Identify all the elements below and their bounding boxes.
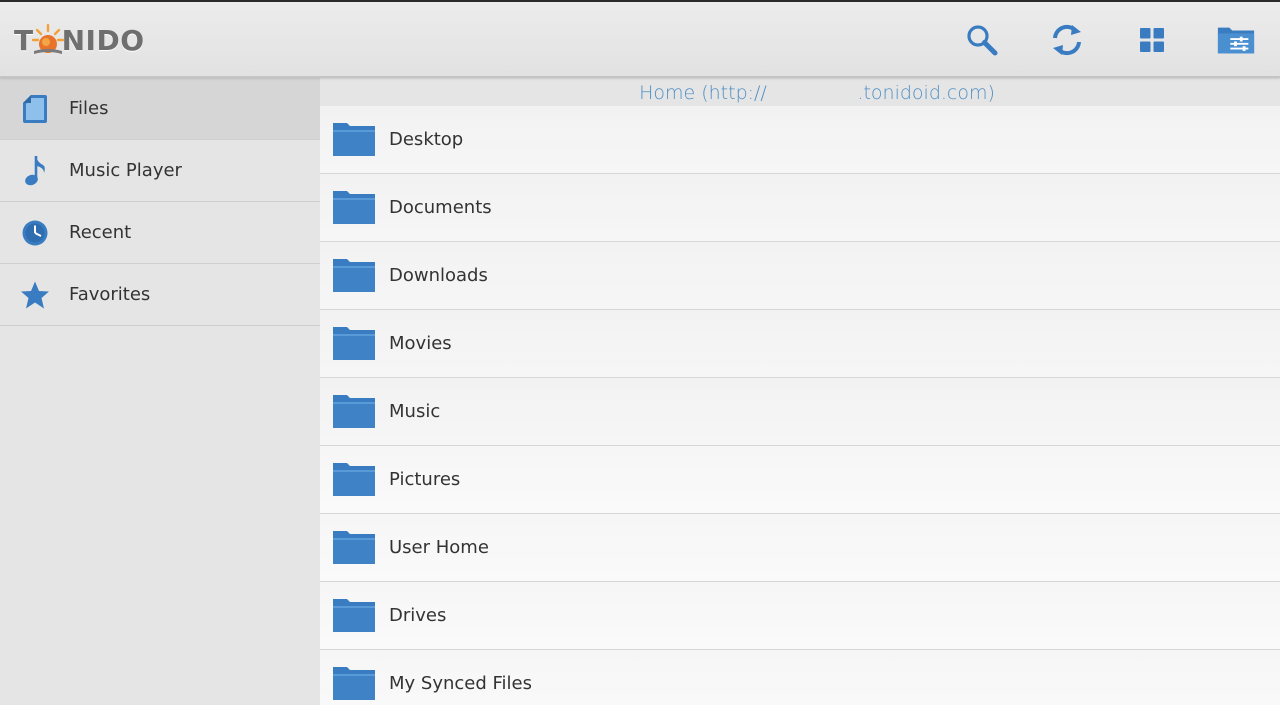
file-name: Downloads — [389, 265, 488, 286]
file-name: Drives — [389, 605, 447, 626]
list-item[interactable]: Pictures — [320, 446, 1280, 514]
window-edge — [0, 0, 1280, 2]
folder-icon — [333, 327, 375, 360]
file-name: User Home — [389, 537, 489, 558]
files-icon — [20, 94, 50, 124]
sidebar-item-label: Files — [69, 98, 109, 119]
folder-icon — [333, 191, 375, 224]
list-item[interactable]: My Synced Files — [320, 650, 1280, 705]
list-item[interactable]: User Home — [320, 514, 1280, 582]
sidebar-item-label: Music Player — [69, 160, 182, 181]
sidebar-item-label: Favorites — [69, 284, 151, 305]
refresh-button[interactable] — [1047, 20, 1087, 60]
sidebar: Files Music Player Recent Favorites — [0, 78, 320, 705]
folder-icon — [333, 531, 375, 564]
folder-settings-icon — [1217, 27, 1255, 54]
folder-icon — [333, 667, 375, 700]
logo-wordmark: T NIDO — [14, 23, 145, 57]
file-list: Desktop Documents Downloads Movies Music… — [320, 106, 1280, 705]
list-item[interactable]: Downloads — [320, 242, 1280, 310]
folder-icon — [333, 395, 375, 428]
folder-icon — [333, 463, 375, 496]
clock-icon — [20, 218, 50, 248]
file-name: Pictures — [389, 469, 461, 490]
tonido-logo: T NIDO — [14, 20, 145, 60]
file-name: Documents — [389, 197, 492, 218]
list-item[interactable]: Music — [320, 378, 1280, 446]
breadcrumb: Home (http:// .tonidoid.com) — [320, 78, 1280, 106]
folder-icon — [333, 259, 375, 292]
music-note-icon — [20, 155, 50, 186]
list-item[interactable]: Movies — [320, 310, 1280, 378]
sidebar-item-files[interactable]: Files — [0, 78, 320, 140]
sidebar-item-favorites[interactable]: Favorites — [0, 264, 320, 326]
logo-sun-icon — [31, 23, 64, 54]
folder-settings-button[interactable] — [1216, 20, 1256, 60]
grid-view-button[interactable] — [1132, 20, 1172, 60]
logo-letters-nido: NIDO — [61, 23, 145, 57]
search-button[interactable] — [962, 20, 1002, 60]
list-item[interactable]: Desktop — [320, 106, 1280, 174]
folder-icon — [333, 123, 375, 156]
app-toolbar: T NIDO — [0, 0, 1280, 78]
file-name: Desktop — [389, 129, 464, 150]
refresh-icon — [1053, 24, 1081, 56]
sidebar-item-label: Recent — [69, 222, 132, 243]
search-icon — [967, 25, 998, 56]
sidebar-item-music-player[interactable]: Music Player — [0, 140, 320, 202]
star-icon — [20, 280, 50, 310]
list-item[interactable]: Drives — [320, 582, 1280, 650]
file-name: My Synced Files — [389, 673, 533, 694]
sidebar-item-recent[interactable]: Recent — [0, 202, 320, 264]
file-name: Movies — [389, 333, 452, 354]
grid-view-icon — [1140, 28, 1164, 52]
file-name: Music — [389, 401, 441, 422]
current-path: Home (http:// .tonidoid.com) — [639, 82, 995, 104]
folder-icon — [333, 599, 375, 632]
list-item[interactable]: Documents — [320, 174, 1280, 242]
